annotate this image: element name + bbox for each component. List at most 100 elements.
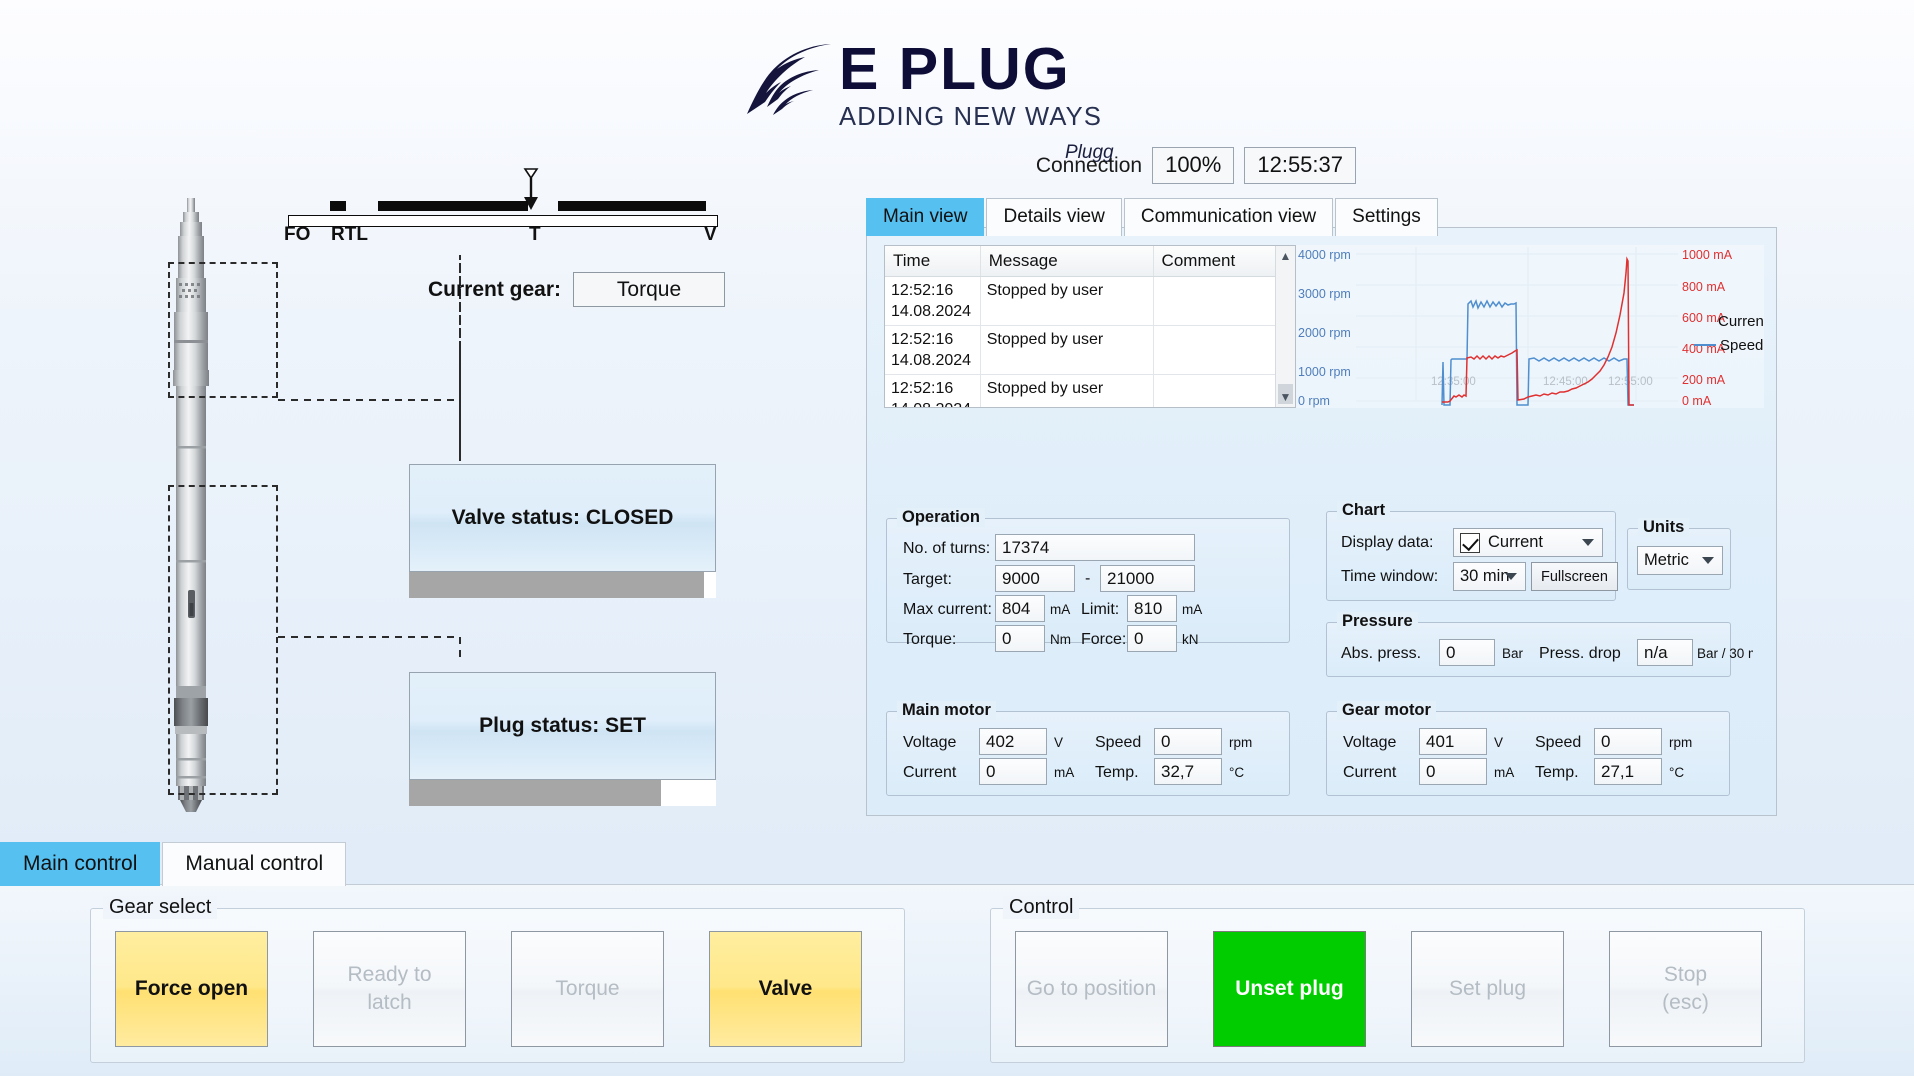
gear-select-title: Gear select [103,896,218,919]
pressure-group: Pressure Abs. press. 0 Bar Press. drop n… [1326,612,1753,677]
main-motor-speed-label: Speed [1095,734,1142,751]
gear-motor-temp-value: 27,1 [1594,758,1662,785]
go-to-position-button[interactable]: Go to position [1015,931,1168,1047]
control-title: Control [1003,896,1080,919]
cell-time: 12:52:16 14.08.2024 [885,325,981,375]
chart-y2label-200ma: 200 mA [1682,373,1726,387]
max-current-input[interactable]: 804 [995,595,1045,622]
main-motor-current-label: Current [903,764,957,781]
valve-status-panel: Valve status: CLOSED [409,464,716,598]
tool-section-lower-highlight [168,485,278,795]
display-data-checkbox-icon[interactable] [1460,532,1480,553]
chart-legend-speed: Speed [1720,337,1763,354]
time-window-dropdown[interactable]: 30 min [1453,562,1526,591]
column-header-comment: Comment [1153,246,1278,277]
pressure-drop-label: Press. drop [1539,645,1621,662]
control-mode-tabs[interactable]: Main control Manual control [0,842,347,886]
chevron-down-icon[interactable] [1702,557,1714,564]
chart-ylabel-4000rpm: 4000 rpm [1298,248,1351,262]
display-data-value: Current [1488,533,1544,551]
tab-manual-control[interactable]: Manual control [162,842,347,886]
main-motor-voltage-value: 402 [979,728,1047,755]
force-input[interactable]: 0 [1127,625,1177,652]
tab-settings[interactable]: Settings [1335,198,1438,236]
set-plug-button[interactable]: Set plug [1411,931,1564,1047]
scroll-up-icon[interactable]: ▲ [1276,246,1295,266]
column-header-message: Message [980,246,1154,277]
connection-label: Connection [1035,153,1143,177]
brand-logo: E PLUG ADDING NEW WAYS [745,38,1102,132]
chevron-down-icon[interactable] [1505,573,1517,580]
logo-tagline: ADDING NEW WAYS [839,103,1103,131]
pressure-drop-unit: Bar / 30 min [1697,646,1753,661]
stop-button[interactable]: Stop (esc) [1609,931,1762,1047]
valve-status-text: Valve status: CLOSED [409,464,716,572]
table-row[interactable]: 12:52:16 14.08.2024 Stopped by user [885,325,1278,375]
log-table-scrollbar[interactable]: ▲ ▼ [1275,246,1295,407]
target-min-input[interactable]: 9000 [995,565,1075,592]
pressure-group-title: Pressure [1337,612,1418,631]
main-view-tabs[interactable]: Main view Details view Communication vie… [866,198,1438,236]
pressure-drop-input[interactable]: n/a [1637,639,1693,666]
gear-button-ready-to-latch[interactable]: Ready to latch [313,931,466,1047]
target-label: Target: [903,571,952,588]
chart-xlabel-3: 12:55:00 [1608,376,1653,388]
unset-plug-button[interactable]: Unset plug [1213,931,1366,1047]
chart-y2label-1000ma: 1000 mA [1682,248,1733,262]
stop-button-label: Stop (esc) [1662,963,1709,1014]
event-log-table[interactable]: Time Message Comment 12:52:16 14.08.2024… [884,245,1296,408]
gear-button-ready-to-latch-label: Ready to latch [347,963,432,1014]
abs-pressure-unit: Bar [1502,646,1524,661]
gear-scale-segment [378,201,528,211]
cell-message: Stopped by user [980,325,1154,375]
gear-motor-temp-unit: °C [1669,765,1685,780]
table-row[interactable]: 12:52:16 14.08.2024 Stopped by user [885,276,1278,326]
limit-unit: mA [1182,602,1203,617]
main-motor-group: Main motor Voltage 402 V Speed 0 rpm Cur… [886,701,1290,796]
torque-input[interactable]: 0 [995,625,1045,652]
tab-details-view[interactable]: Details view [986,198,1122,236]
gear-motor-speed-value: 0 [1594,728,1662,755]
chevron-down-icon[interactable] [1582,539,1594,546]
gear-scale-segment [558,201,706,211]
torque-label: Torque: [903,631,957,648]
connection-quality-value: 100% [1152,147,1235,184]
units-dropdown[interactable]: Metric [1637,546,1723,575]
gear-scale-label-t: T [529,224,541,245]
abs-pressure-label: Abs. press. [1341,645,1422,662]
force-label: Force: [1081,631,1127,648]
eplug-bird-logo-icon [747,44,831,115]
scroll-down-icon[interactable]: ▼ [1276,387,1295,407]
gear-motor-current-value: 0 [1419,758,1487,785]
turns-label: No. of turns: [903,540,991,557]
gear-button-torque[interactable]: Torque [511,931,664,1047]
cell-time: 12:52:16 14.08.2024 [885,374,981,407]
max-current-unit: mA [1050,602,1071,617]
tab-main-view[interactable]: Main view [866,198,985,236]
chart-y2label-800ma: 800 mA [1682,280,1726,294]
speed-current-chart[interactable]: 4000 rpm 3000 rpm 2000 rpm 1000 rpm 0 rp… [1296,245,1764,408]
current-gear-display: Current gear: Torque [428,272,726,307]
gear-select-group: Gear select Force open Ready to latch To… [90,896,905,1063]
gear-button-force-open[interactable]: Force open [115,931,268,1047]
valve-status-progressbar [409,572,716,598]
chart-ylabel-3000rpm: 3000 rpm [1298,287,1351,301]
operation-group: Operation No. of turns: 17374 Target: 90… [886,508,1290,652]
max-current-label: Max current: [903,601,992,618]
tab-main-control[interactable]: Main control [0,842,161,886]
display-data-dropdown[interactable]: Current [1453,528,1603,557]
tab-communication-view[interactable]: Communication view [1123,198,1334,236]
chart-y2label-0ma: 0 mA [1682,394,1712,408]
gear-motor-temp-label: Temp. [1535,764,1579,781]
gear-motor-voltage-unit: V [1494,735,1504,750]
cell-comment [1153,276,1278,326]
table-row[interactable]: 12:52:16 14.08.2024 Stopped by user [885,374,1278,407]
target-max-input[interactable]: 21000 [1100,565,1195,592]
turns-input[interactable]: 17374 [995,534,1195,561]
fullscreen-button[interactable]: Fullscreen [1531,562,1618,591]
gear-button-valve[interactable]: Valve [709,931,862,1047]
limit-input[interactable]: 810 [1127,595,1177,622]
gear-motor-current-label: Current [1343,764,1397,781]
abs-pressure-input[interactable]: 0 [1439,639,1495,666]
cell-comment [1153,374,1278,407]
